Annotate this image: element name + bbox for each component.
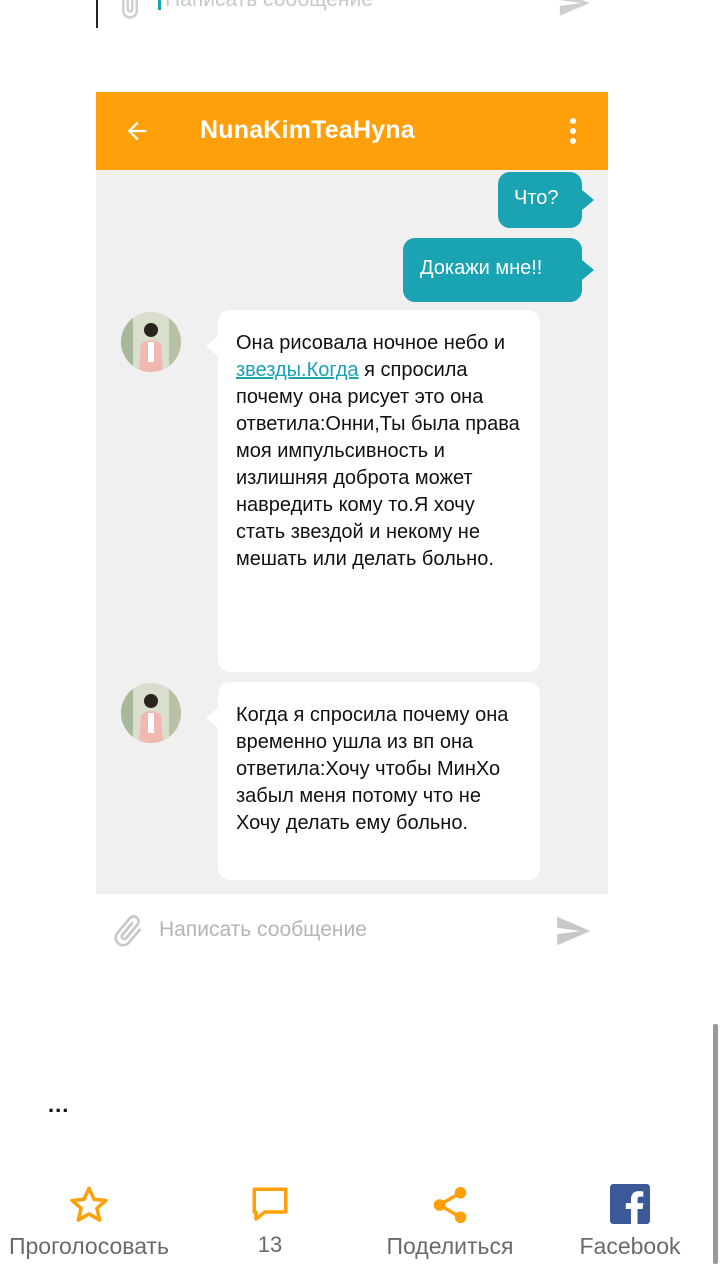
message-text: я спросила почему она рисует это она отв… [236, 359, 520, 570]
message-link[interactable]: звезды.Когда [236, 359, 359, 381]
compose-placeholder: Написать сообщение [159, 918, 367, 941]
send-icon [559, 0, 590, 16]
star-icon [70, 1186, 108, 1222]
facebook-icon [610, 1184, 650, 1224]
share-icon [433, 1186, 467, 1224]
vote-button[interactable]: Проголосовать [0, 1180, 178, 1280]
share-label: Поделиться [386, 1233, 514, 1259]
scrollbar[interactable] [713, 1024, 718, 1264]
avatar[interactable] [121, 312, 181, 372]
avatar[interactable] [121, 683, 181, 743]
facebook-button[interactable]: Facebook [570, 1180, 690, 1280]
chat-header: NunaKimTeaHyna [96, 92, 608, 170]
incoming-message: Она рисовала ночное небо и звезды.Когда … [206, 310, 540, 672]
paperclip-icon [114, 915, 141, 947]
more-vertical-icon[interactable] [562, 116, 586, 146]
speech-bubble-icon [252, 1187, 288, 1221]
send-icon [557, 916, 591, 946]
share-button[interactable]: Поделиться [376, 1180, 524, 1280]
paperclip-icon [122, 0, 138, 19]
chat-screenshot: NunaKimTeaHyna Что? Докажи мне!! Она рис… [96, 92, 608, 894]
chat-contact-name: NunaKimTeaHyna [200, 116, 415, 144]
post-ellipsis: ... [48, 1092, 70, 1117]
comments-count: 13 [257, 1232, 283, 1257]
previous-compose-placeholder: Написать сообщение [165, 0, 373, 12]
comments-button[interactable]: 13 [209, 1180, 331, 1280]
message-text: Она рисовала ночное небо и [236, 332, 506, 354]
avatar-image [121, 683, 181, 743]
vote-label: Проголосовать [8, 1233, 170, 1259]
text-caret [158, 0, 161, 10]
facebook-label: Facebook [579, 1233, 681, 1259]
avatar-image [121, 312, 181, 372]
arrow-left-icon[interactable] [122, 117, 152, 145]
text-cursor-bar [96, 0, 98, 28]
outgoing-message: Докажи мне!! [403, 238, 594, 302]
previous-screenshot-fragment: Написать сообщение [0, 0, 720, 30]
outgoing-message: Что? [498, 172, 594, 228]
incoming-message: Когда я спросила почему она временно ушл… [206, 682, 540, 880]
